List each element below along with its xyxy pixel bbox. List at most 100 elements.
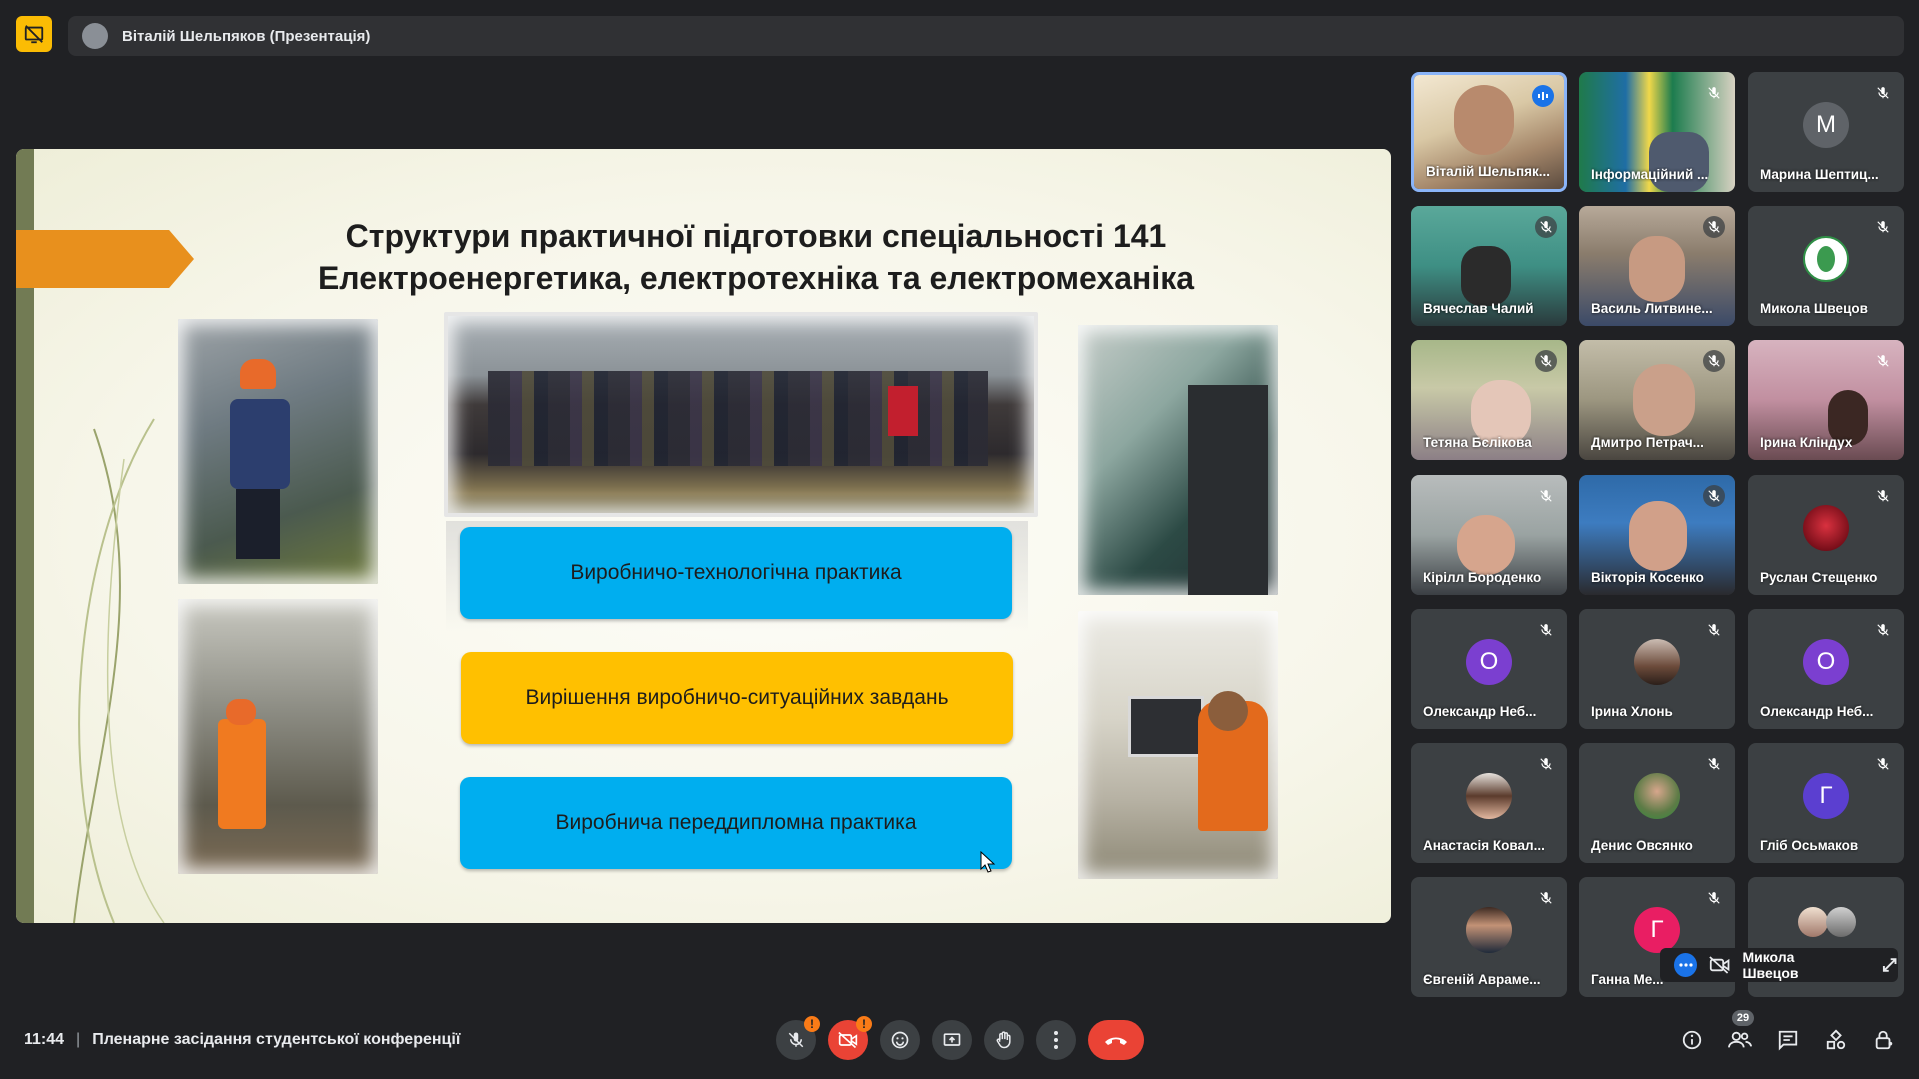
- participant-tile[interactable]: Микола Швецов: [1748, 206, 1904, 326]
- participant-tile[interactable]: Г Гліб Осьмаков: [1748, 743, 1904, 863]
- participant-initial-avatar: О: [1466, 639, 1512, 685]
- raise-hand-button[interactable]: [984, 1020, 1024, 1060]
- mic-off-icon: [1872, 350, 1894, 372]
- activities-button[interactable]: [1820, 1024, 1852, 1056]
- participant-tile[interactable]: М Марина Шептиц...: [1748, 72, 1904, 192]
- participant-name: Василь Литвине...: [1591, 301, 1713, 316]
- camera-button[interactable]: !: [828, 1016, 872, 1060]
- participant-photo-avatar: [1466, 907, 1512, 953]
- participant-tile[interactable]: Денис Овсянко: [1579, 743, 1735, 863]
- photo-students-group: [444, 312, 1038, 517]
- mic-off-icon: [1703, 216, 1725, 238]
- practice-box-technological: Виробничо-технологічна практика: [460, 527, 1012, 619]
- participant-tile[interactable]: Тетяна Бєлікова: [1411, 340, 1567, 460]
- mic-off-icon: [1535, 753, 1557, 775]
- present-now-button[interactable]: [932, 1020, 972, 1060]
- participant-tile[interactable]: Вячеслав Чалий: [1411, 206, 1567, 326]
- chat-button[interactable]: [1772, 1024, 1804, 1056]
- participant-tile[interactable]: Василь Литвине...: [1579, 206, 1735, 326]
- participant-tile[interactable]: Євгеній Аврамe...: [1411, 877, 1567, 997]
- participant-tile[interactable]: Руслан Стещенко: [1748, 475, 1904, 595]
- participant-tile[interactable]: Віталій Шельпяк...: [1411, 72, 1567, 192]
- more-options-icon[interactable]: [1674, 953, 1698, 977]
- practice-box-prediploma-label: Виробнича переддипломна практика: [555, 811, 917, 834]
- participant-initial-avatar: М: [1803, 102, 1849, 148]
- meeting-details-button[interactable]: [1676, 1024, 1708, 1056]
- participant-thumb-avatar: [1798, 907, 1828, 937]
- photo-worker-building: [178, 599, 378, 874]
- presentation-bar: Віталій Шельпяков (Презентація): [68, 16, 1904, 56]
- participant-figure: [1461, 246, 1511, 306]
- participant-name: Ірина Кліндух: [1760, 435, 1853, 450]
- practice-box-situational-label: Вирішення виробничо-ситуаційних завдань: [525, 686, 949, 709]
- leave-call-button[interactable]: [1088, 1020, 1144, 1060]
- participant-photo-avatar: [1634, 639, 1680, 685]
- expand-icon[interactable]: [1881, 956, 1898, 974]
- participant-tile[interactable]: О Олександр Неб...: [1411, 609, 1567, 729]
- participant-tile[interactable]: Інформаційний ...: [1579, 72, 1735, 192]
- mic-off-icon: [1872, 216, 1894, 238]
- people-button[interactable]: 29: [1724, 1010, 1756, 1056]
- mic-off-icon: [1535, 485, 1557, 507]
- participant-photo-avatar: [1466, 773, 1512, 819]
- participant-tile[interactable]: Кірілл Бороденко: [1411, 475, 1567, 595]
- microphone-button[interactable]: !: [776, 1016, 820, 1060]
- practice-box-situational: Вирішення виробничо-ситуаційних завдань: [461, 652, 1013, 744]
- people-icon: [1728, 1031, 1752, 1048]
- participant-name: Євгеній Аврамe...: [1423, 972, 1541, 987]
- mic-off-icon: [1703, 887, 1725, 909]
- participant-name: Тетяна Бєлікова: [1423, 435, 1532, 450]
- participant-thumb-avatar: [1826, 907, 1856, 937]
- mic-off-icon: [1703, 619, 1725, 641]
- host-controls-button[interactable]: [1868, 1024, 1900, 1056]
- participant-photo-avatar: [1634, 773, 1680, 819]
- mic-off-icon: [1535, 619, 1557, 641]
- presenter-title: Віталій Шельпяков (Презентація): [122, 27, 371, 45]
- slide-title-line1: Структури практичної підготовки спеціаль…: [345, 218, 1167, 254]
- meeting-info: 11:44 | Пленарне засідання студентської …: [24, 1031, 460, 1049]
- participant-tile[interactable]: О Олександр Неб...: [1748, 609, 1904, 729]
- participant-initial-avatar: Г: [1803, 773, 1849, 819]
- participant-tile[interactable]: Анастасія Ковал...: [1411, 743, 1567, 863]
- photo-worker-cabinet: [178, 319, 378, 584]
- info-icon: [1682, 1030, 1702, 1050]
- present-screen-icon: [943, 1033, 961, 1046]
- participant-name: Анастасія Ковал...: [1423, 838, 1545, 853]
- reactions-button[interactable]: [880, 1020, 920, 1060]
- participant-figure: [1649, 132, 1709, 192]
- participant-name: Олександр Неб...: [1423, 704, 1537, 719]
- participant-name: Дмитро Петрач...: [1591, 435, 1704, 450]
- participant-name: Ірина Хлонь: [1591, 704, 1673, 719]
- participant-name: Олександр Неб...: [1760, 704, 1874, 719]
- more-options-button[interactable]: [1036, 1020, 1076, 1060]
- participant-tile[interactable]: Ірина Хлонь: [1579, 609, 1735, 729]
- mic-off-icon: [1703, 753, 1725, 775]
- participant-tile[interactable]: Вікторія Косенко: [1579, 475, 1735, 595]
- photo-worker-meter: [1078, 325, 1278, 595]
- meeting-info-separator: |: [76, 1031, 81, 1048]
- present-off-icon: [24, 25, 44, 44]
- participant-name: Денис Овсянко: [1591, 838, 1693, 853]
- mic-off-icon: [1872, 753, 1894, 775]
- mic-off-icon: [1703, 485, 1725, 507]
- participant-name: Руслан Стещенко: [1760, 570, 1878, 585]
- mouse-cursor-icon: [980, 851, 996, 873]
- participant-name: Микола Швецов: [1760, 301, 1868, 316]
- self-view-name: Микола Швецов: [1742, 949, 1799, 981]
- mic-off-icon: [1872, 619, 1894, 641]
- self-view-bar: Микола Швецов: [1660, 948, 1898, 982]
- participant-name: Віталій Шельпяк...: [1426, 164, 1550, 179]
- lock-person-icon: [1875, 1030, 1893, 1050]
- participant-name: Гліб Осьмаков: [1760, 838, 1859, 853]
- mic-off-icon: [1535, 216, 1557, 238]
- participant-name: Кірілл Бороденко: [1423, 570, 1542, 585]
- participants-count-badge: 29: [1732, 1010, 1754, 1026]
- stop-presenting-button[interactable]: [16, 16, 52, 52]
- participant-tile[interactable]: Ірина Кліндух: [1748, 340, 1904, 460]
- presenter-avatar: [82, 23, 108, 49]
- participant-photo-avatar: [1803, 505, 1849, 551]
- emoji-icon: [891, 1031, 909, 1049]
- participant-tile[interactable]: Дмитро Петрач...: [1579, 340, 1735, 460]
- participant-face: [1454, 85, 1514, 155]
- mic-off-icon: [1872, 82, 1894, 104]
